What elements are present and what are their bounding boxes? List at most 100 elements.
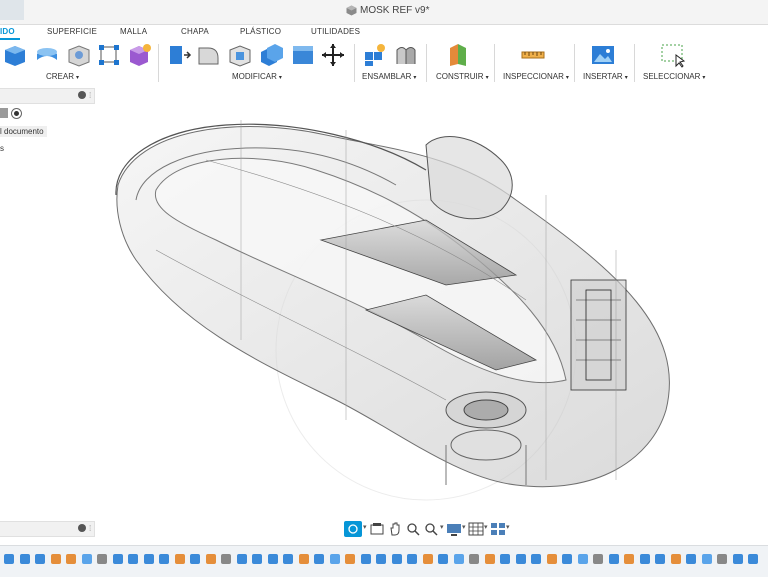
timeline-feature-icon[interactable] (438, 554, 448, 564)
timeline-feature-icon[interactable] (221, 554, 231, 564)
tab-chapa[interactable]: CHAPA (181, 27, 209, 36)
collapse-icon[interactable] (78, 91, 86, 99)
timeline-feature-icon[interactable] (97, 554, 107, 564)
combine-alt-icon[interactable] (290, 42, 316, 68)
timeline-feature-icon[interactable] (469, 554, 479, 564)
timeline-feature-icon[interactable] (748, 554, 758, 564)
timeline-feature-icon[interactable] (717, 554, 727, 564)
hole-icon[interactable] (66, 42, 92, 68)
add-icon[interactable] (78, 524, 86, 532)
orbit-icon[interactable] (344, 521, 362, 537)
look-at-icon[interactable] (370, 521, 384, 537)
model-viewport[interactable] (96, 100, 696, 515)
browser-node-settings[interactable]: l documento (0, 126, 47, 137)
zoom-window-icon[interactable] (424, 521, 440, 537)
timeline-feature-icon[interactable] (159, 554, 169, 564)
select-window-icon[interactable] (660, 42, 686, 68)
offset-plane-icon[interactable] (446, 42, 472, 68)
group-label-modificar[interactable]: MODIFICAR ▾ (232, 72, 282, 81)
browser-node-named-views[interactable]: s (0, 144, 4, 153)
timeline-feature-icon[interactable] (190, 554, 200, 564)
timeline-feature-icon[interactable] (500, 554, 510, 564)
tab-malla[interactable]: MALLA (120, 27, 147, 36)
extrude-box-icon[interactable] (2, 42, 28, 68)
timeline-feature-icon[interactable] (50, 554, 61, 564)
group-label-construir[interactable]: CONSTRUIR ▾ (436, 72, 489, 81)
timeline-feature-icon[interactable] (329, 554, 340, 564)
timeline-feature-icon[interactable] (655, 554, 665, 564)
panel-handle-icon[interactable]: ⁞ (89, 524, 91, 533)
timeline-feature-icon[interactable] (562, 554, 572, 564)
press-pull-icon[interactable] (166, 42, 192, 68)
timeline-feature-icon[interactable] (345, 554, 355, 564)
sketch-pattern-icon[interactable] (96, 42, 122, 68)
tab-plastico[interactable]: PLÁSTICO (240, 27, 281, 36)
timeline-feature-icon[interactable] (4, 554, 14, 564)
tab-utilidades[interactable]: UTILIDADES (311, 27, 360, 36)
grid-settings-icon[interactable] (468, 521, 484, 537)
timeline-feature-icon[interactable] (174, 554, 185, 564)
new-component-icon[interactable] (362, 42, 388, 68)
timeline-feature-icon[interactable] (205, 554, 216, 564)
joint-icon[interactable] (393, 42, 419, 68)
zoom-icon[interactable] (406, 521, 420, 537)
timeline-feature-icon[interactable] (531, 554, 541, 564)
combine-icon[interactable] (258, 42, 284, 68)
timeline-feature-icon[interactable] (236, 554, 247, 564)
timeline-feature-icon[interactable] (686, 554, 696, 564)
timeline-feature-icon[interactable] (298, 554, 309, 564)
timeline-feature-icon[interactable] (484, 554, 495, 564)
caret-down-icon[interactable]: ▾ (506, 523, 510, 531)
group-label-inspeccionar[interactable]: INSPECCIONAR ▾ (503, 72, 569, 81)
pan-hand-icon[interactable] (388, 521, 402, 537)
timeline-feature-icon[interactable] (515, 554, 526, 564)
timeline-feature-icon[interactable] (639, 554, 650, 564)
timeline-feature-icon[interactable] (391, 554, 402, 564)
timeline-feature-icon[interactable] (422, 554, 433, 564)
viewports-icon[interactable] (490, 521, 506, 537)
caret-down-icon[interactable]: ▾ (440, 523, 444, 531)
timeline-feature-icon[interactable] (252, 554, 262, 564)
group-label-crear[interactable]: CREAR ▾ (46, 72, 79, 81)
timeline-feature-icon[interactable] (112, 554, 123, 564)
group-label-insertar[interactable]: INSERTAR ▾ (583, 72, 628, 81)
shell-icon[interactable] (227, 42, 253, 68)
timeline-feature-icon[interactable] (360, 554, 371, 564)
timeline-feature-icon[interactable] (143, 554, 154, 564)
timeline-feature-icon[interactable] (453, 554, 464, 564)
app-menu-tab[interactable] (0, 0, 24, 20)
timeline-feature-icon[interactable] (66, 554, 76, 564)
fillet-icon[interactable] (196, 42, 222, 68)
timeline-feature-icon[interactable] (376, 554, 386, 564)
caret-down-icon[interactable]: ▾ (462, 523, 466, 531)
group-label-ensamblar[interactable]: ENSAMBLAR ▾ (362, 72, 416, 81)
timeline-feature-icon[interactable] (593, 554, 603, 564)
move-icon[interactable] (320, 42, 346, 68)
tab-solido[interactable]: IDO (0, 27, 15, 36)
panel-handle-icon[interactable]: ⁞ (89, 91, 91, 100)
timeline-feature-icon[interactable] (577, 554, 588, 564)
timeline-feature-icon[interactable] (128, 554, 138, 564)
timeline-feature-icon[interactable] (19, 554, 30, 564)
timeline-feature-icon[interactable] (546, 554, 557, 564)
timeline-feature-icon[interactable] (81, 554, 92, 564)
timeline-feature-icon[interactable] (314, 554, 324, 564)
insert-image-icon[interactable] (590, 42, 616, 68)
timeline-feature-icon[interactable] (624, 554, 634, 564)
timeline-feature-icon[interactable] (732, 554, 743, 564)
display-settings-icon[interactable] (446, 521, 462, 537)
timeline-feature-icon[interactable] (267, 554, 278, 564)
caret-down-icon[interactable]: ▾ (484, 523, 488, 531)
radio-icon[interactable] (11, 108, 22, 119)
timeline-feature-icon[interactable] (283, 554, 293, 564)
timeline-feature-icon[interactable] (701, 554, 712, 564)
form-icon[interactable] (126, 42, 152, 68)
timeline-feature-icon[interactable] (670, 554, 681, 564)
tab-superficie[interactable]: SUPERFICIE (47, 27, 97, 36)
group-label-seleccionar[interactable]: SELECCIONAR ▾ (643, 72, 705, 81)
timeline-feature-icon[interactable] (407, 554, 417, 564)
timeline-feature-icon[interactable] (608, 554, 619, 564)
caret-down-icon[interactable]: ▾ (363, 523, 367, 531)
timeline-feature-icon[interactable] (35, 554, 45, 564)
measure-icon[interactable] (520, 42, 546, 68)
